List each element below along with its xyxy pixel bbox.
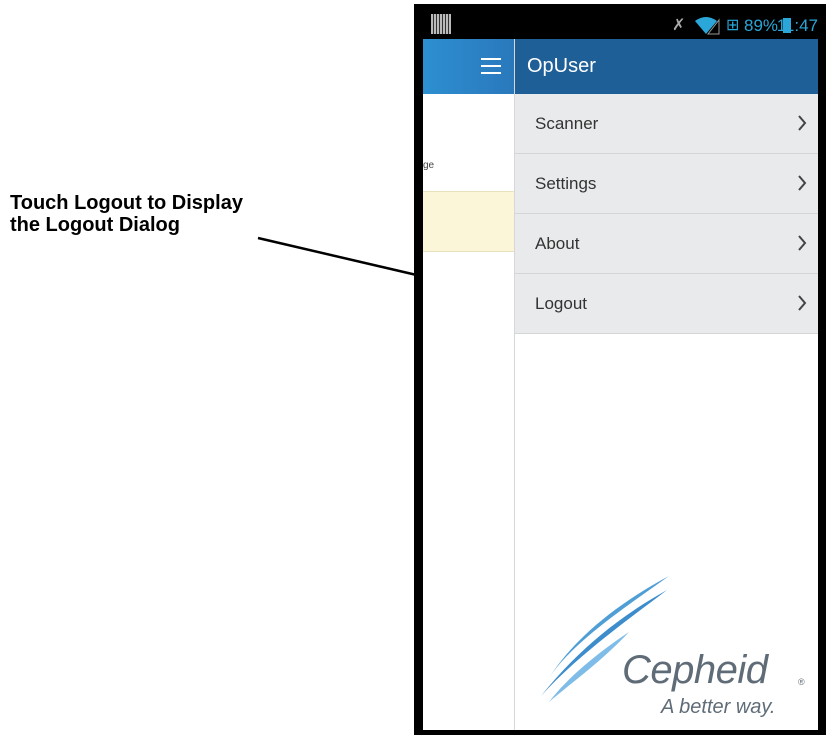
chevron-right-icon bbox=[798, 175, 807, 191]
registered-mark: ® bbox=[798, 677, 805, 687]
menu-item-label: Scanner bbox=[535, 114, 599, 133]
callout-line-2: the Logout Dialog bbox=[10, 214, 180, 236]
logo-wordmark: Cepheid bbox=[622, 648, 768, 692]
phone-screen: ✗ ⊞ 89% 11:47 ge OpUser Scanner Settings… bbox=[423, 12, 818, 730]
underlying-page: ge bbox=[423, 94, 514, 730]
underlying-text-fragment: ge bbox=[423, 160, 435, 171]
menu-item-label: Logout bbox=[535, 294, 587, 313]
cepheid-logo: Cepheid ® A better way. bbox=[529, 572, 818, 727]
menu-item-label: About bbox=[535, 234, 580, 253]
menu-item-logout[interactable]: Logout bbox=[515, 274, 818, 334]
logo-tagline: A better way. bbox=[661, 696, 776, 718]
drawer-title: OpUser bbox=[527, 55, 596, 77]
navigation-drawer: OpUser Scanner Settings About Logout Cep… bbox=[514, 39, 818, 730]
menu-item-settings[interactable]: Settings bbox=[515, 154, 818, 214]
menu-item-scanner[interactable]: Scanner bbox=[515, 94, 818, 154]
phone-frame: ✗ ⊞ 89% 11:47 ge OpUser Scanner Settings… bbox=[414, 4, 826, 735]
drawer-header: OpUser bbox=[515, 39, 818, 94]
menu-item-label: Settings bbox=[535, 174, 597, 193]
chevron-right-icon bbox=[798, 295, 807, 311]
instruction-callout: Touch Logout to Display the Logout Dialo… bbox=[10, 192, 350, 236]
underlying-highlight-row bbox=[423, 191, 514, 252]
drawer-menu: Scanner Settings About Logout bbox=[515, 94, 818, 334]
status-bar: ✗ ⊞ 89% 11:47 bbox=[423, 12, 818, 39]
clock: 11:47 bbox=[776, 16, 818, 35]
wifi-icon bbox=[695, 17, 720, 35]
chevron-right-icon bbox=[798, 115, 807, 131]
mute-icon: ✗ bbox=[672, 17, 686, 34]
callout-line-1: Touch Logout to Display bbox=[10, 192, 243, 214]
app-bar bbox=[423, 39, 514, 94]
hamburger-menu-icon[interactable] bbox=[481, 58, 501, 74]
menu-item-about[interactable]: About bbox=[515, 214, 818, 274]
network-icon: ⊞ bbox=[726, 17, 740, 34]
barcode-icon bbox=[431, 14, 451, 34]
chevron-right-icon bbox=[798, 235, 807, 251]
